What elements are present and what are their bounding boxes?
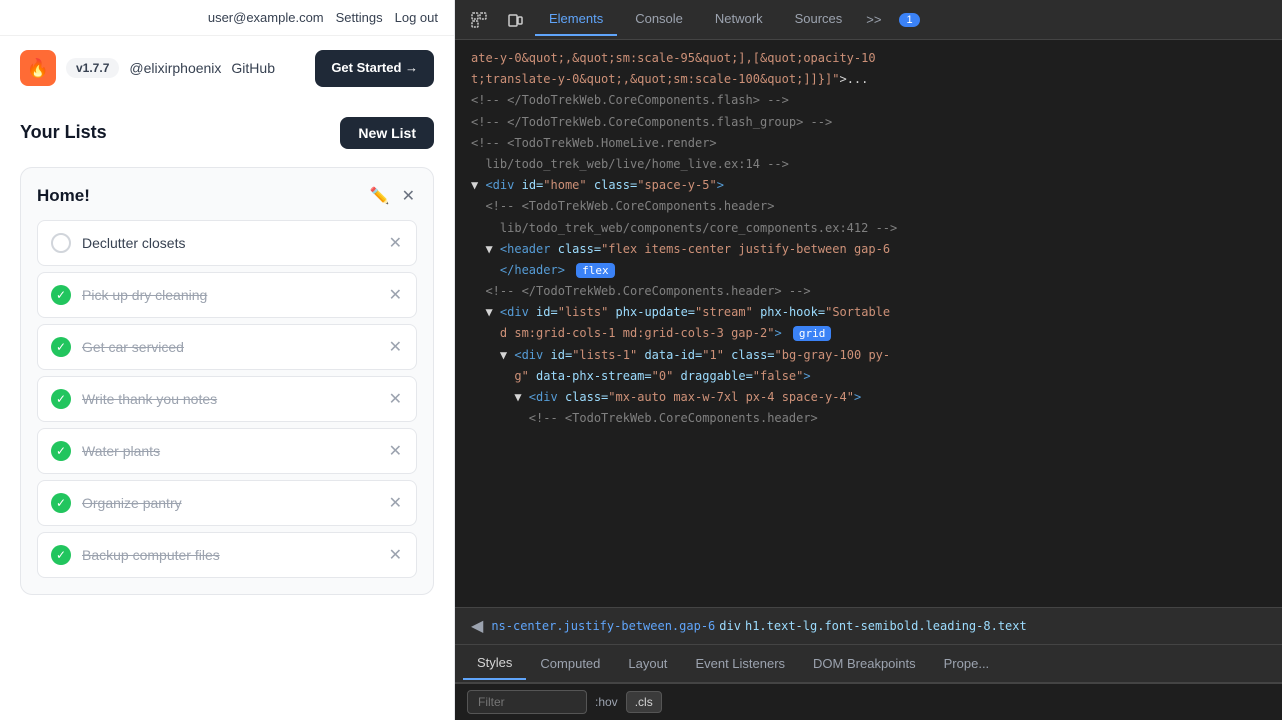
notification-badge: 1 <box>899 13 919 27</box>
settings-link[interactable]: Settings <box>336 10 383 25</box>
todo-item: ✓ Get car serviced ✕ <box>37 324 417 370</box>
github-link[interactable]: GitHub <box>231 60 275 76</box>
code-line: ▼ <div id="home" class="space-y-5"> <box>455 175 1282 196</box>
logout-link[interactable]: Log out <box>395 10 438 25</box>
list-card-home: Home! ✏️ ✕ Declutter closets ✕ <box>20 167 434 595</box>
tab-network[interactable]: Network <box>701 3 777 36</box>
code-line: lib/todo_trek_web/components/core_compon… <box>455 218 1282 239</box>
tab-more-button[interactable]: >> <box>860 4 887 35</box>
todo-text-5: Water plants <box>82 443 377 459</box>
code-line: ▼ <div class="mx-auto max-w-7xl px-4 spa… <box>455 387 1282 408</box>
code-line: ate-y-0&quot;,&quot;sm:scale-95&quot;],[… <box>455 48 1282 69</box>
todo-checkbox-6[interactable]: ✓ <box>50 492 72 514</box>
devtools-panel: Elements Console Network Sources >> 1 at… <box>455 0 1282 720</box>
code-line: </header> flex <box>455 260 1282 281</box>
new-list-button[interactable]: New List <box>340 117 434 149</box>
todo-text-3: Get car serviced <box>82 339 377 355</box>
lists-title: Your Lists <box>20 122 107 143</box>
todo-text-7: Backup computer files <box>82 547 377 563</box>
breadcrumb-h1: h1.text-lg.font-semibold.leading-8.text <box>745 619 1027 633</box>
lists-header: Your Lists New List <box>20 117 434 149</box>
todo-checkbox-5[interactable]: ✓ <box>50 440 72 462</box>
todo-item: ✓ Write thank you notes ✕ <box>37 376 417 422</box>
todo-text-4: Write thank you notes <box>82 391 377 407</box>
todo-checkbox-4[interactable]: ✓ <box>50 388 72 410</box>
code-line: <!-- </TodoTrekWeb.CoreComponents.flash>… <box>455 90 1282 111</box>
get-started-button[interactable]: Get Started → <box>315 50 434 87</box>
todo-checkbox-1[interactable] <box>50 232 72 254</box>
edit-list-button[interactable]: ✏️ <box>368 184 392 208</box>
todo-item: ✓ Pick up dry cleaning ✕ <box>37 272 417 318</box>
tab-layout[interactable]: Layout <box>614 648 681 679</box>
delete-todo-1[interactable]: ✕ <box>387 231 404 255</box>
filter-cls-button[interactable]: .cls <box>626 691 662 713</box>
tab-console[interactable]: Console <box>621 3 697 36</box>
filter-bar: :hov .cls <box>455 683 1282 720</box>
todo-checkbox-7[interactable]: ✓ <box>50 544 72 566</box>
todo-text-2: Pick up dry cleaning <box>82 287 377 303</box>
todo-item: ✓ Backup computer files ✕ <box>37 532 417 578</box>
tab-styles[interactable]: Styles <box>463 647 526 680</box>
breadcrumb-div: div <box>719 619 741 633</box>
code-line: g" data-phx-stream="0" draggable="false"… <box>455 366 1282 387</box>
todo-list: Declutter closets ✕ ✓ Pick up dry cleani… <box>37 220 417 578</box>
filter-input[interactable] <box>467 690 587 714</box>
todo-text-1: Declutter closets <box>82 235 377 251</box>
code-line: ▼ <div id="lists" phx-update="stream" ph… <box>455 302 1282 323</box>
breadcrumb-text: ns-center.justify-between.gap-6 <box>491 619 715 633</box>
code-line: <!-- <TodoTrekWeb.CoreComponents.header> <box>455 196 1282 217</box>
tab-computed[interactable]: Computed <box>526 648 614 679</box>
delete-todo-3[interactable]: ✕ <box>387 335 404 359</box>
list-card-actions: ✏️ ✕ <box>368 184 417 208</box>
device-toggle-button[interactable] <box>499 6 531 34</box>
code-line: <!-- </TodoTrekWeb.CoreComponents.flash_… <box>455 112 1282 133</box>
user-email: user@example.com <box>208 10 324 25</box>
logo-bar: 🔥 v1.7.7 @elixirphoenix GitHub Get Start… <box>0 36 454 101</box>
delete-todo-5[interactable]: ✕ <box>387 439 404 463</box>
version-badge: v1.7.7 <box>66 58 119 78</box>
delete-todo-6[interactable]: ✕ <box>387 491 404 515</box>
code-line: ▼ <div id="lists-1" data-id="1" class="b… <box>455 345 1282 366</box>
code-line: <!-- <TodoTrekWeb.HomeLive.render> <box>455 133 1282 154</box>
delete-todo-4[interactable]: ✕ <box>387 387 404 411</box>
tab-properties[interactable]: Prope... <box>930 648 1004 679</box>
list-card-header: Home! ✏️ ✕ <box>37 184 417 208</box>
code-line: lib/todo_trek_web/live/home_live.ex:14 -… <box>455 154 1282 175</box>
code-line: t;translate-y-0&quot;,&quot;sm:scale-100… <box>455 69 1282 90</box>
delete-todo-2[interactable]: ✕ <box>387 283 404 307</box>
tab-event-listeners[interactable]: Event Listeners <box>681 648 799 679</box>
todo-item: ✓ Organize pantry ✕ <box>37 480 417 526</box>
code-line: d sm:grid-cols-1 md:grid-cols-3 gap-2"> … <box>455 323 1282 344</box>
todo-checkbox-2[interactable]: ✓ <box>50 284 72 306</box>
list-card-title: Home! <box>37 186 90 206</box>
code-editor[interactable]: ate-y-0&quot;,&quot;sm:scale-95&quot;],[… <box>455 40 1282 607</box>
devtools-toolbar: Elements Console Network Sources >> 1 <box>455 0 1282 40</box>
todo-item: Declutter closets ✕ <box>37 220 417 266</box>
breadcrumb-back-button[interactable]: ◀ <box>467 612 487 640</box>
todo-text-6: Organize pantry <box>82 495 377 511</box>
todo-item: ✓ Water plants ✕ <box>37 428 417 474</box>
tab-elements[interactable]: Elements <box>535 3 617 36</box>
left-panel: user@example.com Settings Log out 🔥 v1.7… <box>0 0 455 720</box>
bottom-tabs-bar: Styles Computed Layout Event Listeners D… <box>455 645 1282 683</box>
code-line: <!-- <TodoTrekWeb.CoreComponents.header> <box>455 408 1282 429</box>
handle-link[interactable]: @elixirphoenix <box>129 60 221 76</box>
delete-list-button[interactable]: ✕ <box>400 184 417 208</box>
top-bar: user@example.com Settings Log out <box>0 0 454 36</box>
tab-sources[interactable]: Sources <box>781 3 857 36</box>
todo-checkbox-3[interactable]: ✓ <box>50 336 72 358</box>
inspector-icon-button[interactable] <box>463 6 495 34</box>
code-line: <!-- </TodoTrekWeb.CoreComponents.header… <box>455 281 1282 302</box>
filter-pseudo-label: :hov <box>595 695 618 709</box>
app-logo: 🔥 <box>20 50 56 86</box>
tab-dom-breakpoints[interactable]: DOM Breakpoints <box>799 648 930 679</box>
delete-todo-7[interactable]: ✕ <box>387 543 404 567</box>
breadcrumb-bar: ◀ ns-center.justify-between.gap-6 div h1… <box>455 607 1282 645</box>
main-content: Your Lists New List Home! ✏️ ✕ Declutter <box>0 101 454 720</box>
code-line: ▼ <header class="flex items-center justi… <box>455 239 1282 260</box>
